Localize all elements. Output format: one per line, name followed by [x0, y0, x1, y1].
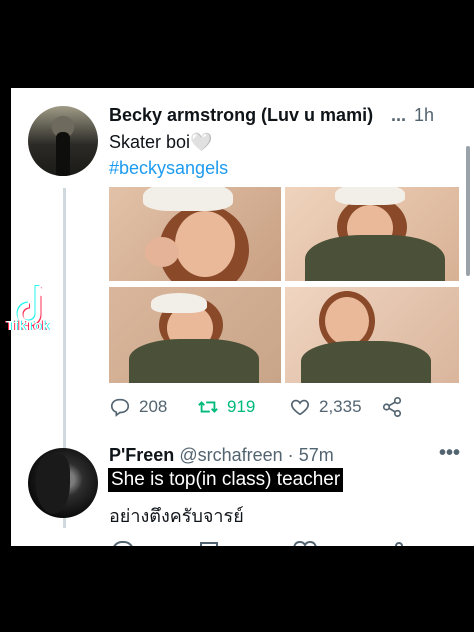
photo-3[interactable] [109, 287, 281, 383]
tweet-text: Skater boi🤍 [109, 132, 212, 153]
photo-2[interactable] [285, 187, 459, 281]
tweet-screen: Becky armstrong (Luv u mami) ... 1h Skat… [11, 88, 474, 546]
tweet-header: Becky armstrong (Luv u mami) [109, 105, 438, 129]
retweet-action[interactable]: 919 [197, 396, 255, 418]
share-icon [382, 397, 402, 417]
like-action[interactable]: 2,335 [289, 396, 362, 418]
reply-header: P'Freen @srchafreen · 57m [109, 445, 334, 466]
scrollbar[interactable] [466, 146, 470, 276]
photo-1[interactable] [109, 187, 281, 281]
retweet-count: 919 [227, 397, 256, 416]
reply-action[interactable]: 208 [109, 396, 167, 418]
reply-time[interactable]: 57m [299, 445, 334, 465]
more-icon[interactable]: ... [391, 105, 406, 126]
author-avatar[interactable] [28, 106, 98, 176]
tiktok-watermark-text: TikTok [6, 318, 50, 333]
photo-4[interactable] [285, 287, 459, 383]
white-heart-emoji: 🤍 [190, 132, 213, 152]
reply-icon [110, 398, 130, 417]
video-caption: She is top(in class) teacher [108, 468, 344, 492]
tiktok-logo-icon [16, 285, 50, 327]
reply-time-separator: · [287, 445, 294, 465]
retweet-icon [198, 401, 218, 413]
reply-more-icon[interactable]: ••• [439, 442, 460, 465]
hashtag-link[interactable]: #beckysangels [109, 158, 228, 179]
share-action[interactable] [381, 396, 403, 418]
reply-count: 208 [139, 397, 168, 416]
reply-avatar[interactable] [28, 448, 98, 518]
like-count: 2,335 [319, 397, 362, 416]
media-grid [109, 187, 459, 383]
tweet-text-body: Skater boi [109, 132, 191, 152]
reply-actions-cut-off [109, 537, 429, 546]
reply-handle[interactable]: @srchafreen [179, 445, 282, 465]
reply-author-name[interactable]: P'Freen [109, 445, 174, 465]
like-icon [291, 399, 309, 416]
reply-text: อย่างตึงครับจารย์ [109, 506, 244, 526]
tweet-time[interactable]: 1h [414, 105, 434, 126]
author-name[interactable]: Becky armstrong (Luv u mami) [109, 105, 373, 125]
tweet-actions: 208 919 2,335 [109, 396, 429, 422]
